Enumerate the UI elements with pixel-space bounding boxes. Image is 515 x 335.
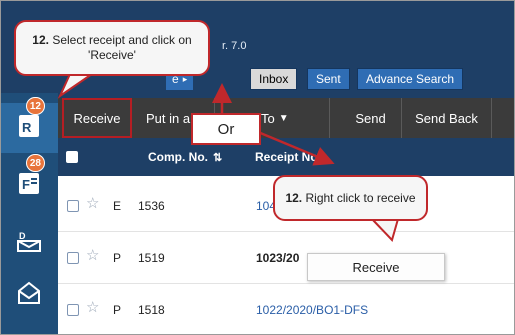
send-to-dropdown[interactable]: To ▼ (255, 98, 330, 138)
table-row[interactable]: ☆ P 1518 1022/2020/BO1-DFS (58, 284, 515, 335)
screenshot-stage: R 12 F 28 D r. 7.0 e ▸ Inbox Sent Advanc… (0, 0, 515, 335)
tab-advance-search[interactable]: Advance Search (357, 68, 464, 90)
row-checkbox[interactable] (67, 200, 79, 212)
or-label-box: Or (191, 113, 261, 145)
instruction-callout-select-receipt: 12. Select receipt and click on 'Receive… (14, 20, 210, 76)
caret-down-icon: ▼ (278, 112, 289, 124)
sidebar-item-dispatch[interactable]: D (0, 218, 58, 268)
select-all-checkbox[interactable] (66, 151, 78, 163)
svg-text:R: R (22, 120, 32, 135)
column-header-receipt-no[interactable]: Receipt No. (255, 138, 321, 176)
send-to-label: To (261, 110, 275, 126)
callout-step-number: 12. (32, 33, 49, 47)
receipt-no-link[interactable]: 1023/20 (256, 251, 299, 265)
send-button[interactable]: Send (340, 98, 402, 138)
comp-no-cell: 1536 (138, 199, 165, 213)
callout-text: Right click to receive (305, 190, 416, 205)
send-back-button[interactable]: Send Back (402, 98, 492, 138)
dak-icon (17, 281, 41, 310)
star-icon[interactable]: ☆ (86, 246, 99, 264)
context-menu-receive[interactable]: Receive (307, 253, 445, 281)
sidebar-item-receipts[interactable]: R 12 (0, 97, 58, 153)
row-checkbox[interactable] (67, 252, 79, 264)
comp-no-cell: 1518 (138, 303, 165, 317)
files-count-badge: 28 (25, 154, 45, 172)
callout-step-number: 12. (285, 190, 303, 205)
receipt-icon: R (17, 113, 41, 144)
sidebar-item-dak[interactable] (0, 270, 58, 320)
receipts-count-badge: 12 (25, 97, 45, 115)
tab-inbox[interactable]: Inbox (250, 68, 298, 90)
star-icon[interactable]: ☆ (86, 298, 99, 316)
receipt-type: E (113, 199, 122, 213)
receipt-type: P (113, 251, 122, 265)
table-row[interactable]: ☆ P 1519 1023/20 (58, 232, 515, 284)
receive-button[interactable]: Receive (62, 98, 132, 138)
sort-icon: ⇅ (213, 151, 223, 164)
svg-text:D: D (19, 231, 26, 241)
svg-text:F: F (22, 177, 30, 192)
callout-text: Select receipt and click on 'Receive' (52, 33, 192, 62)
star-icon[interactable]: ☆ (86, 194, 99, 212)
comp-no-header-label: Comp. No. (148, 150, 208, 164)
comp-no-cell: 1519 (138, 251, 165, 265)
app-version-label: r. 7.0 (222, 40, 247, 52)
tab-sent[interactable]: Sent (307, 68, 350, 90)
receipt-type: P (113, 303, 122, 317)
dispatch-mail-icon: D (16, 229, 42, 258)
sidebar-item-files[interactable]: F 28 (0, 154, 58, 210)
instruction-callout-right-click: 12. Right click to receive (273, 175, 428, 221)
file-icon: F (17, 170, 41, 201)
receipt-no-link[interactable]: 1022/2020/BO1-DFS (256, 303, 368, 317)
row-checkbox[interactable] (67, 304, 79, 316)
